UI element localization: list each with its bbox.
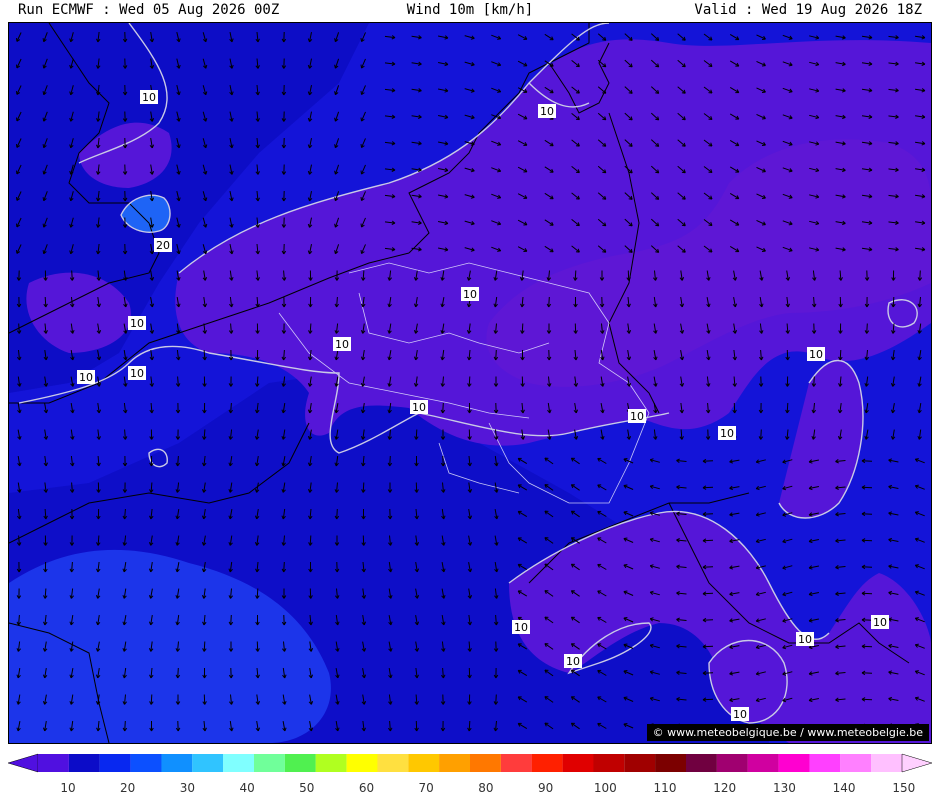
legend-swatch bbox=[315, 754, 347, 772]
contour-label: 10 bbox=[733, 708, 747, 721]
legend-swatch bbox=[593, 754, 625, 772]
contour-label: 10 bbox=[412, 401, 426, 414]
contour-label: 10 bbox=[809, 348, 823, 361]
legend-swatch bbox=[130, 754, 162, 772]
legend-swatch bbox=[439, 754, 470, 772]
contour-label: 10 bbox=[566, 655, 580, 668]
legend-tick-label: 130 bbox=[773, 781, 796, 795]
contour-label: 10 bbox=[142, 91, 156, 104]
credit-badge: © www.meteobelgique.be / www.meteobelgie… bbox=[646, 724, 929, 741]
legend-swatch bbox=[747, 754, 779, 772]
legend-swatch bbox=[655, 754, 686, 772]
legend-tick-label: 140 bbox=[833, 781, 856, 795]
legend-tick-label: 60 bbox=[359, 781, 374, 795]
legend-tick-label: 80 bbox=[478, 781, 493, 795]
legend-over-triangle bbox=[901, 753, 933, 773]
legend-swatch bbox=[778, 754, 810, 772]
legend-tick-label: 90 bbox=[538, 781, 553, 795]
legend-swatch bbox=[284, 754, 316, 772]
legend-tick-label: 120 bbox=[713, 781, 736, 795]
contour-label: 10 bbox=[540, 105, 554, 118]
legend-swatch bbox=[470, 754, 501, 772]
contour-label: 20 bbox=[156, 239, 170, 252]
legend-swatch bbox=[408, 754, 440, 772]
contour-label: 10 bbox=[798, 633, 812, 646]
legend-tick-label: 40 bbox=[239, 781, 254, 795]
legend-swatch bbox=[624, 754, 656, 772]
legend-swatch bbox=[871, 754, 902, 772]
valid-time: Valid : Wed 19 Aug 2026 18Z bbox=[694, 2, 922, 18]
legend-swatch bbox=[346, 754, 378, 772]
legend-swatch bbox=[377, 754, 409, 772]
legend-tick-label: 100 bbox=[594, 781, 617, 795]
legend-swatch bbox=[161, 754, 193, 772]
map-panel: 101020101010101010101010101010101010 © w… bbox=[8, 22, 932, 744]
contour-label: 10 bbox=[79, 371, 93, 384]
legend-swatch bbox=[562, 754, 594, 772]
legend-swatch bbox=[223, 754, 254, 772]
contour-label: 10 bbox=[130, 317, 144, 330]
legend-swatch bbox=[686, 754, 717, 772]
legend-swatch bbox=[716, 754, 748, 772]
legend-tick-label: 30 bbox=[180, 781, 195, 795]
legend-under-triangle bbox=[7, 753, 39, 773]
legend-swatch bbox=[254, 754, 285, 772]
legend-swatch bbox=[809, 754, 841, 772]
legend-tick-label: 150 bbox=[892, 781, 915, 795]
wind-map: 101020101010101010101010101010101010 bbox=[9, 23, 931, 743]
legend-tick-label: 10 bbox=[60, 781, 75, 795]
contour-label: 10 bbox=[720, 427, 734, 440]
contour-label: 10 bbox=[463, 288, 477, 301]
legend-swatch bbox=[500, 754, 532, 772]
contour-label: 10 bbox=[130, 367, 144, 380]
contour-label: 10 bbox=[873, 616, 887, 629]
legend-swatch bbox=[68, 754, 100, 772]
legend-tick-label: 50 bbox=[299, 781, 314, 795]
legend-swatch bbox=[38, 754, 69, 772]
legend-swatch bbox=[840, 754, 872, 772]
legend-tick-label: 110 bbox=[654, 781, 677, 795]
legend-swatch bbox=[531, 754, 563, 772]
legend-swatch bbox=[99, 754, 131, 772]
contour-label: 10 bbox=[335, 338, 349, 351]
color-legend: 10 20 30 40 50 60 70 80 90 100 110 120 130 140 150 bbox=[7, 753, 933, 795]
legend-swatch bbox=[192, 754, 224, 772]
contour-label: 10 bbox=[630, 410, 644, 423]
legend-tick-label: 70 bbox=[419, 781, 434, 795]
legend-tick-label: 20 bbox=[120, 781, 135, 795]
contour-label: 10 bbox=[514, 621, 528, 634]
